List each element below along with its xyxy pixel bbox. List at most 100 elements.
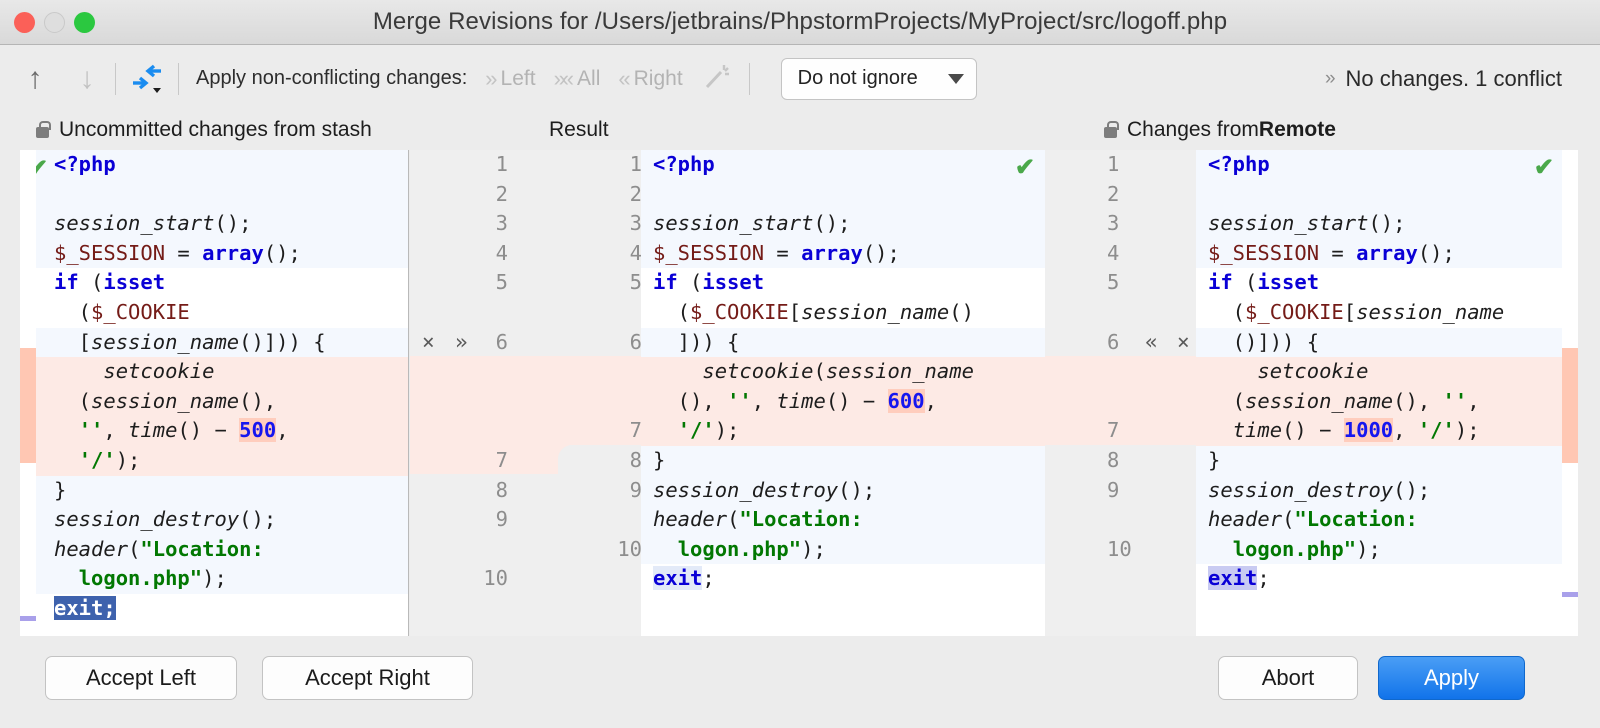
gutter-row: 6 « ×	[1045, 328, 1196, 358]
code-line: session_start();	[36, 209, 408, 239]
code-token: session_destroy	[54, 507, 239, 531]
left-code[interactable]: <?php session_start();$_SESSION = array(…	[36, 150, 408, 636]
next-difference-icon[interactable]: ↓	[70, 62, 104, 96]
gutter-row	[1045, 564, 1196, 594]
code-line: logon.php");	[36, 564, 408, 594]
gutter-row: 33	[410, 209, 659, 239]
code-token: exit;	[54, 596, 116, 620]
code-line: header("Location:	[1196, 505, 1562, 535]
code-token: $_COOKIE	[1245, 300, 1344, 324]
gutter-row: 44	[410, 239, 659, 269]
code-token: ()	[949, 300, 974, 324]
gutter-row: 5	[1045, 268, 1196, 298]
left-line-number: 9	[496, 505, 508, 535]
left-line-number: 10	[483, 564, 508, 594]
code-token: (),	[653, 389, 727, 413]
chevron-right-double-icon: »	[1325, 68, 1332, 90]
code-line: }	[641, 446, 1045, 476]
right-change-stripe[interactable]	[1562, 150, 1578, 636]
code-token: setcookie	[702, 359, 813, 383]
apply-all-button[interactable]: »« All	[554, 66, 601, 92]
code-token: session_start	[54, 211, 214, 235]
result-editor[interactable]: <?php session_start();$_SESSION = array(…	[641, 150, 1045, 636]
code-token: logon.php"	[678, 537, 801, 561]
code-token: "Location:	[1294, 507, 1417, 531]
code-token	[653, 537, 678, 561]
apply-to-result-icon[interactable]: »	[455, 328, 468, 358]
gutter-row: 22	[410, 180, 659, 210]
code-token: }	[653, 448, 665, 472]
gutter-row	[410, 357, 659, 387]
code-line: }	[36, 476, 408, 506]
code-token: '/'	[1418, 418, 1455, 442]
code-line: logon.php");	[1196, 535, 1562, 565]
code-token: );	[715, 418, 740, 442]
left-conflict-marker	[20, 348, 36, 463]
apply-right-button[interactable]: « Right	[618, 66, 682, 92]
minimize-button[interactable]	[44, 12, 65, 33]
accept-right-button[interactable]: Accept Right	[262, 656, 473, 700]
left-editor[interactable]: <?php session_start();$_SESSION = array(…	[36, 150, 409, 636]
code-token: );	[116, 448, 141, 472]
code-token: (	[1282, 507, 1294, 531]
code-line: }	[1196, 446, 1562, 476]
right-editor[interactable]: <?php session_start();$_SESSION = array(…	[1196, 150, 1562, 636]
apply-left-button[interactable]: » Left	[485, 66, 535, 92]
code-token: 1000	[1344, 418, 1393, 442]
right-result-gutter[interactable]: 123456«×78910	[1045, 150, 1196, 636]
right-code[interactable]: <?php session_start();$_SESSION = array(…	[1196, 150, 1562, 636]
right-line-number: 1	[1107, 150, 1119, 180]
ignore-policy-value: Do not ignore	[798, 67, 918, 90]
left-line-number: 8	[496, 476, 508, 506]
result-code[interactable]: <?php session_start();$_SESSION = array(…	[641, 150, 1045, 636]
code-token: header	[1208, 507, 1282, 531]
revert-conflict-icon[interactable]: ×	[422, 328, 435, 358]
gutter-row: 78	[410, 446, 659, 476]
close-button[interactable]	[14, 12, 35, 33]
code-token: ,	[276, 418, 288, 442]
left-line-number: 4	[496, 239, 508, 269]
code-token	[653, 359, 702, 383]
accept-left-button[interactable]: Accept Left	[45, 656, 237, 700]
apply-left-label: Left	[501, 67, 536, 91]
previous-difference-icon[interactable]: ↑	[18, 62, 52, 96]
right-pane-title-prefix: Changes from	[1127, 118, 1259, 142]
code-token: ''	[79, 418, 104, 442]
zoom-button[interactable]	[74, 12, 95, 33]
code-token: (	[54, 389, 91, 413]
code-token: ,	[1467, 389, 1479, 413]
window-controls	[14, 12, 95, 33]
ignore-policy-select[interactable]: Do not ignore	[781, 58, 977, 100]
code-token: if	[54, 270, 79, 294]
code-token	[54, 566, 79, 590]
right-line-number: 6	[1107, 328, 1119, 358]
code-line: (session_name(), '',	[1196, 387, 1562, 417]
code-token: ()])) {	[1208, 330, 1319, 354]
apply-button[interactable]: Apply	[1378, 656, 1525, 700]
right-conflict-marker	[1562, 348, 1578, 463]
left-change-stripe[interactable]	[20, 150, 36, 636]
code-token	[54, 359, 103, 383]
code-token: time	[776, 389, 825, 413]
code-token: ();	[264, 241, 301, 265]
code-token	[1208, 359, 1257, 383]
apply-all-non-conflicting-icon[interactable]	[127, 61, 167, 97]
revert-conflict-icon[interactable]: ×	[1177, 328, 1190, 358]
code-token: ();	[214, 211, 251, 235]
right-line-number: 8	[1107, 446, 1119, 476]
code-token: <?php	[653, 152, 715, 176]
abort-button[interactable]: Abort	[1218, 656, 1358, 700]
magic-wand-icon[interactable]	[703, 61, 733, 97]
code-token: (),	[239, 389, 276, 413]
code-token: 500	[239, 418, 276, 442]
apply-to-result-icon[interactable]: «	[1145, 328, 1158, 358]
chevron-left-double-icon: «	[618, 66, 626, 92]
code-token: $_SESSION	[1208, 241, 1319, 265]
window-title: Merge Revisions for /Users/jetbrains/Php…	[0, 8, 1600, 36]
gutter-row: ×»66	[410, 328, 659, 358]
code-token: setcookie	[103, 359, 214, 383]
code-token	[54, 418, 79, 442]
left-result-gutter[interactable]: 1122334455×»667788991010	[410, 150, 660, 636]
gutter-row: 10	[410, 535, 659, 565]
gutter-row: 10	[1045, 535, 1196, 565]
